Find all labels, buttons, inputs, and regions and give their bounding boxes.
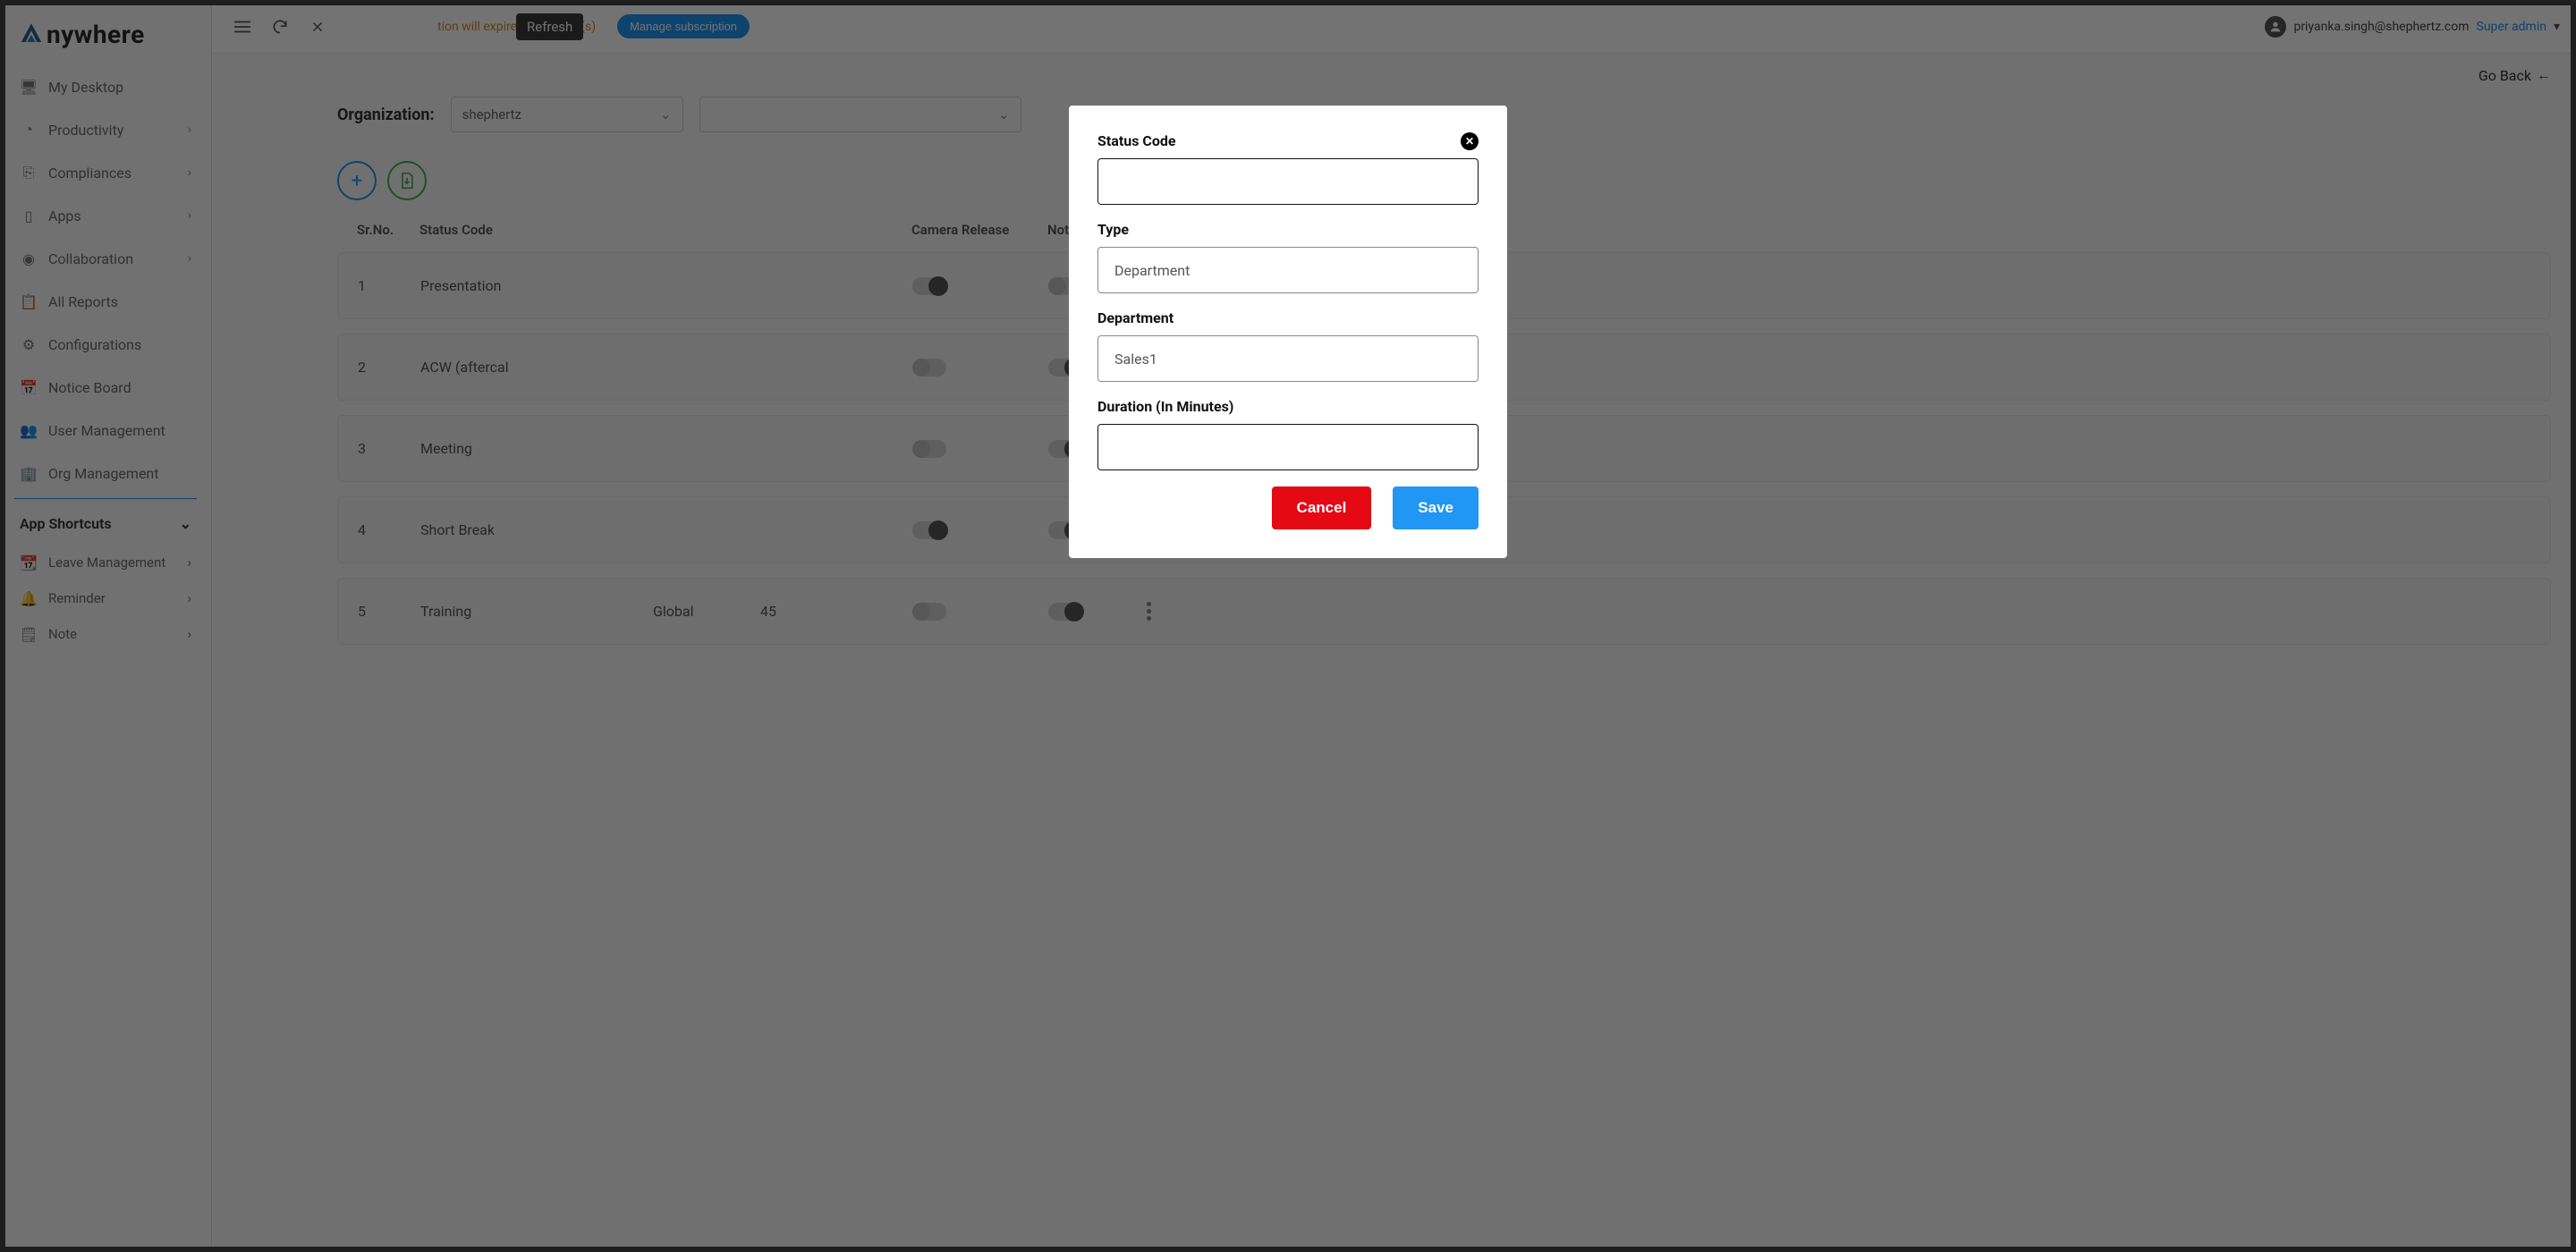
field-duration: Duration (In Minutes) <box>1097 398 1479 470</box>
field-status-code: Status Code <box>1097 132 1479 205</box>
department-value: Sales1 <box>1114 351 1157 368</box>
duration-label: Duration (In Minutes) <box>1097 398 1479 415</box>
cancel-button[interactable]: Cancel <box>1272 486 1372 529</box>
field-department: Department Sales1 <box>1097 309 1479 382</box>
department-label: Department <box>1097 309 1479 326</box>
type-label: Type <box>1097 221 1479 238</box>
modal-actions: Cancel Save <box>1097 486 1479 529</box>
status-code-modal: ✕ Status Code Type Department Department… <box>1069 106 1507 558</box>
modal-overlay[interactable]: ✕ Status Code Type Department Department… <box>0 0 2576 1252</box>
department-select[interactable]: Sales1 <box>1097 335 1479 382</box>
close-modal-button[interactable]: ✕ <box>1461 132 1479 150</box>
type-value: Department <box>1114 262 1190 279</box>
type-select[interactable]: Department <box>1097 247 1479 293</box>
status-code-input[interactable] <box>1097 158 1479 205</box>
save-button[interactable]: Save <box>1393 486 1479 529</box>
status-code-label: Status Code <box>1097 132 1479 149</box>
field-type: Type Department <box>1097 221 1479 293</box>
duration-input[interactable] <box>1097 424 1479 470</box>
